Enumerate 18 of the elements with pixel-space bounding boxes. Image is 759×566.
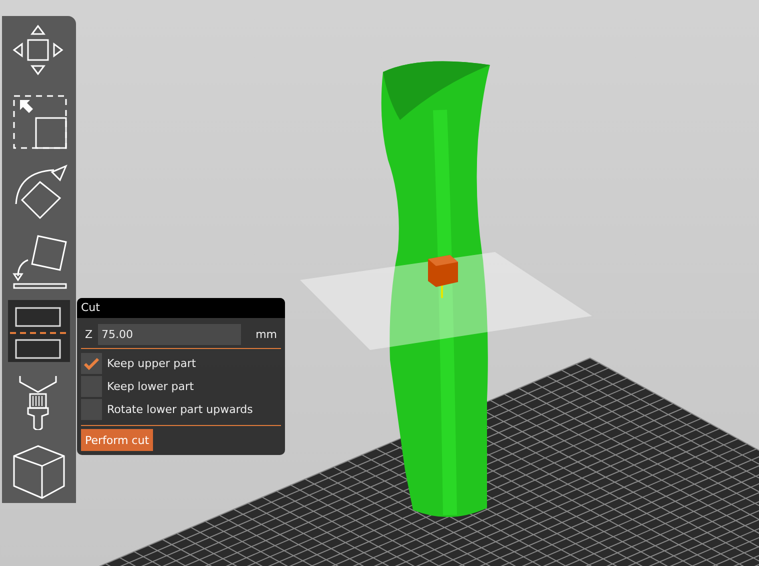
checkbox[interactable]: [81, 353, 102, 374]
move-icon: [12, 24, 64, 76]
unit-label: mm: [256, 328, 277, 341]
cut-icon: [10, 307, 66, 359]
cut-tool-button[interactable]: [8, 300, 70, 362]
option-label: Keep upper part: [107, 357, 196, 370]
cut-handle[interactable]: [428, 255, 458, 298]
rotate-icon: [15, 164, 68, 220]
checkmark-icon: [83, 356, 100, 370]
scale-icon: [13, 95, 67, 149]
paint-icon: [19, 376, 57, 430]
option-label: Rotate lower part upwards: [107, 403, 253, 416]
z-input-field[interactable]: 75.00: [98, 324, 241, 345]
option-label: Keep lower part: [107, 380, 194, 393]
z-label: Z: [85, 328, 93, 341]
cube-icon: [13, 445, 65, 499]
panel-title: Cut: [77, 298, 285, 318]
place-icon: [12, 235, 67, 289]
